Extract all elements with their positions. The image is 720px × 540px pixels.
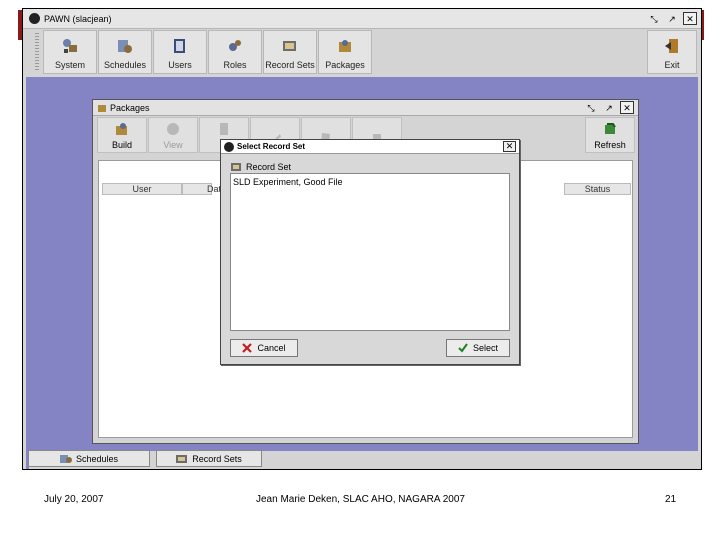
view-button[interactable]: View bbox=[148, 117, 198, 153]
packages-close-icon[interactable]: ✕ bbox=[620, 101, 634, 114]
view-icon bbox=[167, 123, 179, 135]
record-set-label-text: Record Set bbox=[246, 162, 292, 172]
cancel-icon bbox=[242, 343, 253, 353]
footer-author: Jean Marie Deken, SLAC AHO, NAGARA 2007 bbox=[256, 494, 465, 505]
users-label: Users bbox=[168, 60, 192, 70]
refresh-button[interactable]: Refresh bbox=[585, 117, 635, 153]
users-button[interactable]: Users bbox=[153, 30, 207, 74]
record-set-icon bbox=[231, 163, 241, 171]
title-bar[interactable]: PAWN (slacjean) ⤡ ↗ ✕ bbox=[23, 9, 701, 29]
dialog-title-bar[interactable]: Select Record Set ✕ bbox=[221, 140, 519, 154]
package-tool-3-icon bbox=[220, 123, 228, 135]
users-icon bbox=[174, 39, 185, 53]
toolbar-grip[interactable] bbox=[35, 33, 39, 71]
dialog-close-icon[interactable]: ✕ bbox=[503, 141, 516, 152]
restore-icon[interactable]: ⤡ bbox=[647, 12, 661, 25]
checkmark-icon bbox=[458, 343, 468, 353]
footer-page-number: 21 bbox=[665, 494, 677, 505]
packages-maximize-icon[interactable]: ↗ bbox=[602, 101, 616, 114]
column-header-status[interactable]: Status bbox=[564, 183, 631, 195]
record-set-label: Record Set bbox=[231, 162, 291, 172]
exit-label: Exit bbox=[664, 60, 680, 70]
exit-button[interactable]: Exit bbox=[647, 30, 697, 74]
cancel-label: Cancel bbox=[257, 343, 286, 353]
packages-label: Packages bbox=[325, 60, 365, 70]
system-label: System bbox=[54, 60, 85, 70]
maximize-icon[interactable]: ↗ bbox=[665, 12, 679, 25]
select-record-set-dialog: Select Record Set ✕ Record Set SLD Exper… bbox=[220, 139, 520, 365]
column-header-date[interactable]: Date bbox=[182, 183, 226, 195]
schedules-tab-icon bbox=[59, 454, 72, 463]
dialog-logo-icon bbox=[224, 141, 234, 152]
list-item[interactable]: SLD Experiment, Good File bbox=[231, 174, 509, 190]
tab-schedules-label: Schedules bbox=[75, 453, 119, 464]
build-button[interactable]: Build bbox=[97, 117, 147, 153]
packages-frame-icon bbox=[98, 104, 106, 112]
packages-restore-icon[interactable]: ⤡ bbox=[584, 101, 598, 114]
record-sets-label: Record Sets bbox=[265, 60, 315, 70]
cancel-button[interactable]: Cancel bbox=[230, 339, 298, 357]
close-icon[interactable]: ✕ bbox=[683, 12, 697, 25]
app-logo-icon bbox=[29, 13, 40, 24]
record-sets-icon bbox=[283, 41, 296, 51]
tab-record-sets-label: Record Sets bbox=[192, 453, 242, 464]
roles-label: Roles bbox=[223, 60, 247, 70]
record-sets-button[interactable]: Record Sets bbox=[263, 30, 317, 74]
window-title: PAWN (slacjean) bbox=[44, 13, 112, 24]
packages-icon bbox=[339, 40, 351, 52]
view-label: View bbox=[163, 140, 183, 150]
build-label: Build bbox=[111, 140, 132, 150]
tab-record-sets[interactable]: Record Sets bbox=[156, 450, 262, 467]
dialog-title: Select Record Set bbox=[237, 142, 306, 151]
record-sets-tab-icon bbox=[176, 454, 188, 463]
build-icon bbox=[116, 123, 127, 135]
schedules-button[interactable]: Schedules bbox=[98, 30, 152, 74]
roles-icon bbox=[229, 40, 241, 51]
refresh-label: Refresh bbox=[594, 140, 626, 150]
schedules-icon bbox=[118, 40, 132, 53]
tab-schedules[interactable]: Schedules bbox=[28, 450, 150, 467]
select-label: Select bbox=[472, 343, 498, 353]
schedules-label: Schedules bbox=[103, 60, 147, 70]
packages-title: Packages bbox=[110, 102, 150, 113]
refresh-icon bbox=[605, 123, 616, 134]
exit-icon bbox=[665, 39, 678, 53]
packages-title-bar[interactable]: Packages ⤡ ↗ ✕ bbox=[93, 100, 638, 116]
select-button[interactable]: Select bbox=[446, 339, 510, 357]
column-header-user[interactable]: User bbox=[102, 183, 182, 195]
main-toolbar: System Schedules Users Roles Record Sets… bbox=[27, 30, 697, 74]
roles-button[interactable]: Roles bbox=[208, 30, 262, 74]
system-icon bbox=[63, 39, 77, 53]
record-set-list[interactable]: SLD Experiment, Good File bbox=[230, 173, 510, 331]
system-button[interactable]: System bbox=[43, 30, 97, 74]
footer-date: July 20, 2007 bbox=[44, 494, 104, 505]
packages-button[interactable]: Packages bbox=[318, 30, 372, 74]
